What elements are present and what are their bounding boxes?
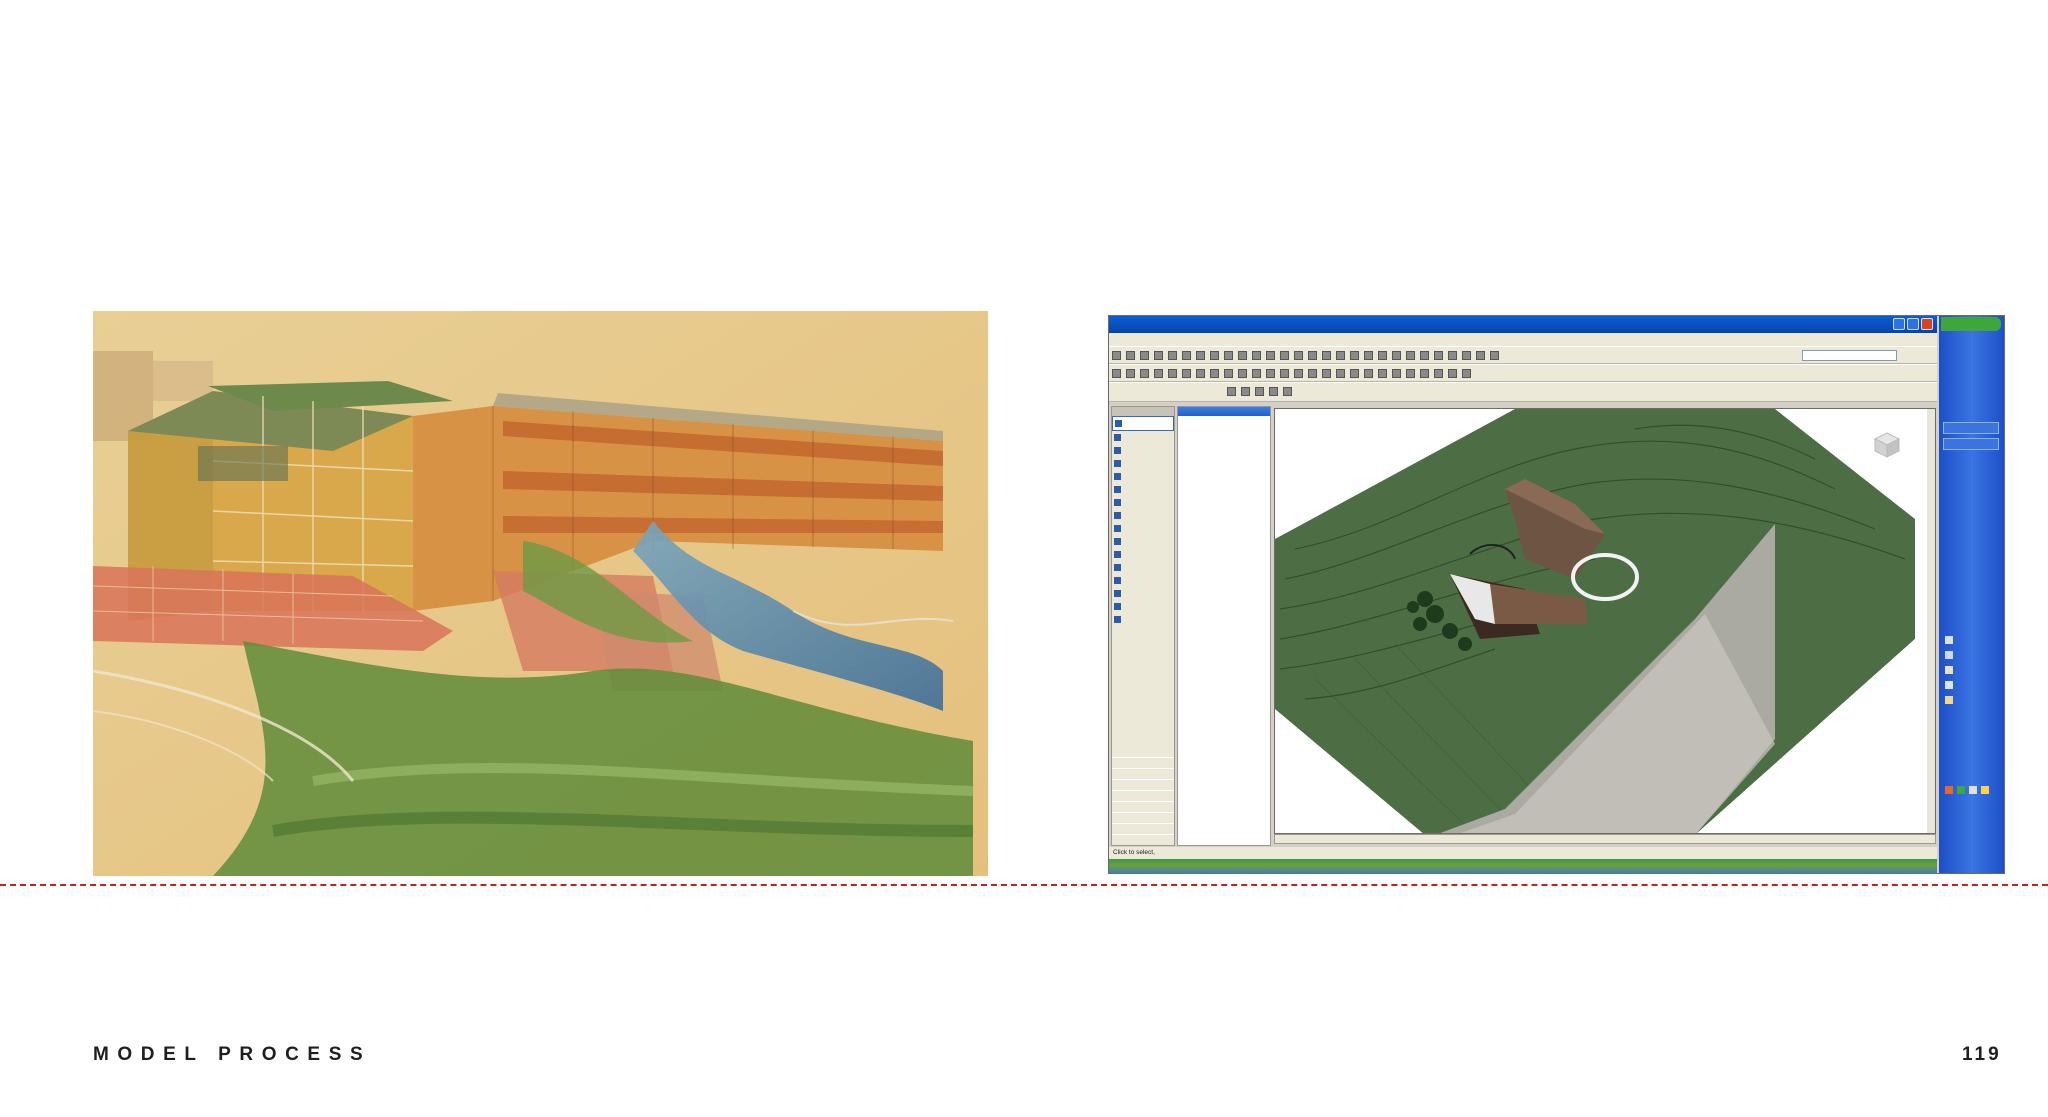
tray-icon[interactable]: [1945, 651, 1953, 659]
tray-icon[interactable]: [1945, 681, 1953, 689]
taskbar-item[interactable]: [1943, 438, 1999, 450]
page-number: 119: [1962, 1044, 2002, 1065]
section-title: MODEL PROCESS: [93, 1044, 372, 1065]
tray-icon[interactable]: [1945, 666, 1953, 674]
viewcube-icon[interactable]: [1873, 432, 1901, 458]
tray-icon[interactable]: [1945, 786, 1953, 794]
windows-taskbar: [1939, 316, 2004, 873]
status-text: Click to select,: [1113, 849, 1155, 856]
tray-icon[interactable]: [1957, 786, 1965, 794]
maximize-icon[interactable]: [1907, 318, 1919, 330]
tray-icon[interactable]: [1981, 786, 1989, 794]
3d-viewport[interactable]: [1274, 408, 1936, 834]
revit-menubar: [1109, 333, 1937, 346]
revit-toolbar-edit: [1109, 364, 1937, 382]
close-icon[interactable]: [1921, 318, 1933, 330]
dashed-divider: [0, 884, 2048, 886]
project-browser: [1177, 406, 1271, 846]
minimize-icon[interactable]: [1893, 318, 1905, 330]
status-bar: Click to select,: [1109, 847, 1937, 859]
design-bar: [1111, 406, 1175, 846]
revit-toolbar-standard: [1109, 346, 1937, 364]
start-button[interactable]: [1941, 317, 2001, 331]
revit-toolbar-view: [1109, 382, 1937, 402]
desktop-strip: [1109, 859, 1937, 873]
search-input[interactable]: [1802, 350, 1897, 361]
view-control-bar[interactable]: [1274, 834, 1936, 844]
revit-titlebar: [1109, 316, 1937, 333]
taskbar-item[interactable]: [1943, 422, 1999, 434]
revit-screenshot: Click to select,: [1108, 315, 2005, 874]
tray-icon[interactable]: [1945, 636, 1953, 644]
architectural-sketch-image: [93, 311, 988, 876]
tray-icon[interactable]: [1945, 696, 1953, 704]
tray-icon[interactable]: [1969, 786, 1977, 794]
viewport-scrollbar[interactable]: [1927, 409, 1935, 833]
